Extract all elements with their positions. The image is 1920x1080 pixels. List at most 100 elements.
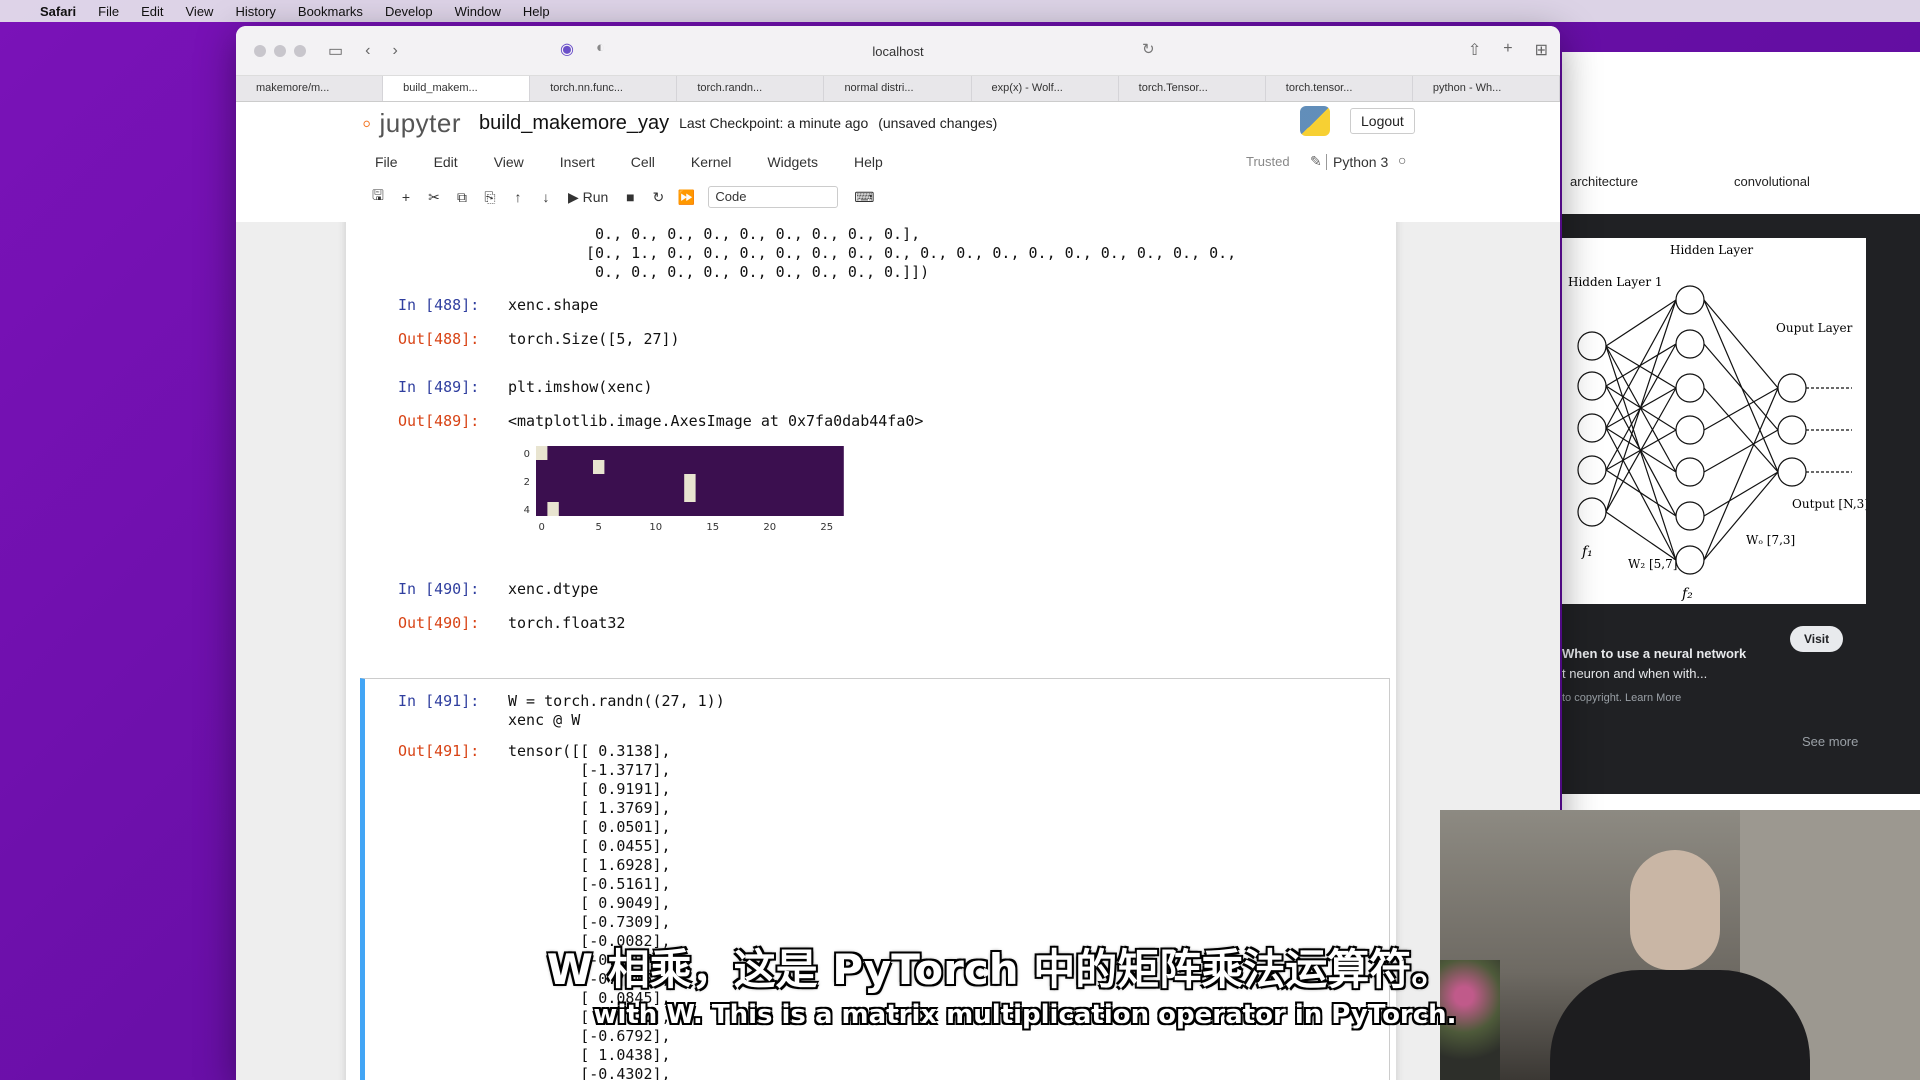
reload-icon[interactable]: ↻ [1142, 40, 1155, 58]
share-icon[interactable]: ⇧ [1468, 40, 1481, 60]
close-window-button[interactable] [254, 44, 266, 57]
image-caption-line1[interactable]: When to use a neural network [1562, 646, 1746, 661]
paste-icon[interactable]: ⎘ [476, 189, 504, 206]
jmenu-insert[interactable]: Insert [560, 154, 595, 170]
label-output: Output [N,3] [1792, 497, 1866, 511]
label-f1: f₁ [1581, 544, 1593, 560]
move-up-icon[interactable]: ↑ [504, 189, 532, 205]
sidebar-toggle-icon[interactable]: ▭ [328, 41, 343, 61]
minimize-window-button[interactable] [274, 44, 286, 57]
cell-type-select[interactable]: Code [708, 186, 839, 208]
tensor-output-top: [0., 0., 0., 0., 0., 0., 0., 0., 0., 0.,… [586, 222, 1237, 281]
neural-network-diagram-image[interactable]: Hidden Layer 1 Hidden Layer Ouput Layer … [1562, 238, 1869, 604]
cell-489-in-prompt: In [489]: [398, 378, 480, 396]
heatmap-one-cell [684, 474, 696, 488]
menubar-item-view[interactable]: View [186, 4, 214, 19]
neural-network-diagram: Hidden Layer 1 Hidden Layer Ouput Layer … [1568, 243, 1869, 602]
trusted-indicator[interactable]: Trusted [1246, 154, 1290, 169]
run-button[interactable]: ▶ Run [568, 189, 608, 206]
logout-button[interactable]: Logout [1350, 108, 1415, 134]
x-tick-label: 20 [763, 522, 776, 533]
copy-icon[interactable]: ⧉ [448, 189, 476, 206]
save-icon[interactable]: 🖫 [364, 185, 392, 209]
jmenu-file[interactable]: File [375, 154, 398, 170]
address-bar[interactable]: localhost [236, 44, 1560, 59]
jmenu-view[interactable]: View [494, 154, 524, 170]
unsaved-status: (unsaved changes) [878, 115, 998, 131]
cell-490-code[interactable]: xenc.dtype [508, 580, 598, 599]
restart-icon[interactable]: ↻ [644, 189, 672, 206]
menubar-item-help[interactable]: Help [523, 4, 550, 19]
tab-torch-nn-func[interactable]: torch.nn.func... [530, 76, 678, 101]
cell-491-code[interactable]: W = torch.randn((27, 1)) xenc @ W [508, 692, 725, 730]
safari-titlebar: ▭ ‹ › ◉ ◐ localhost ↻ ⇧ + ⊞ [236, 26, 1560, 76]
tab-torch-randn[interactable]: torch.randn... [677, 76, 825, 101]
menubar-item-window[interactable]: Window [455, 4, 501, 19]
tab-makemore[interactable]: makemore/m... [236, 76, 384, 101]
kernel-status-icon: ○ [1398, 152, 1407, 168]
keyboard-icon[interactable]: ⌨ [850, 189, 878, 206]
forward-icon[interactable]: › [392, 42, 397, 60]
jmenu-widgets[interactable]: Widgets [767, 154, 818, 170]
kernel-name[interactable]: Python 3 [1326, 154, 1388, 170]
tab-exp-wolfram[interactable]: exp(x) - Wolf... [972, 76, 1119, 101]
visit-button[interactable]: Visit [1790, 626, 1844, 652]
notebook-name[interactable]: build_makemore_yay [479, 112, 669, 135]
cell-491-in-prompt: In [491]: [398, 692, 480, 710]
back-icon[interactable]: ‹ [365, 42, 370, 60]
tab-torch-tensor[interactable]: torch.Tensor... [1119, 76, 1266, 101]
see-more-link[interactable]: See more [1802, 734, 1858, 749]
cut-icon[interactable]: ✂ [420, 189, 448, 206]
x-tick-label: 0 [539, 522, 545, 533]
checkpoint-status: Last Checkpoint: a minute ago [679, 115, 869, 131]
tab-python-wh[interactable]: python - Wh... [1413, 76, 1560, 101]
jmenu-kernel[interactable]: Kernel [691, 154, 731, 170]
menubar-item-history[interactable]: History [235, 4, 275, 19]
x-tick-label: 5 [596, 522, 602, 533]
jupyter-logo[interactable]: ◦ jupyter [362, 108, 461, 139]
menubar-item-edit[interactable]: Edit [141, 4, 163, 19]
privacy-shield-icon[interactable]: ◐ [596, 39, 605, 56]
x-tick-label: 25 [820, 522, 833, 533]
cell-488-in-prompt: In [488]: [398, 296, 480, 314]
tab-torch-tensor-2[interactable]: torch.tensor... [1266, 76, 1413, 101]
tab-bar: makemore/m... build_makem... torch.nn.fu… [236, 76, 1560, 102]
titlebar-right-controls: ⇧ + ⊞ [1468, 40, 1548, 60]
stop-icon[interactable]: ■ [616, 189, 644, 205]
menubar-item-file[interactable]: File [98, 4, 119, 19]
cell-488-output: torch.Size([5, 27]) [508, 330, 680, 348]
menubar-app-name[interactable]: Safari [40, 4, 76, 19]
tab-build-makemore[interactable]: build_makem... [383, 76, 531, 101]
tab-normal-distri[interactable]: normal distri... [824, 76, 972, 101]
label-w2: W₂ [5,7] [1628, 557, 1677, 571]
chip-convolutional[interactable]: convolutional [1734, 174, 1810, 189]
menubar-item-bookmarks[interactable]: Bookmarks [298, 4, 363, 19]
tab-overview-icon[interactable]: ⊞ [1535, 40, 1548, 60]
jmenu-help[interactable]: Help [854, 154, 883, 170]
heatmap-one-cell [593, 460, 605, 474]
jmenu-edit[interactable]: Edit [434, 154, 458, 170]
zoom-window-button[interactable] [294, 44, 306, 57]
xenc-heatmap-plot: 0 5 10 15 20 25 0 2 4 [524, 446, 844, 533]
new-tab-icon[interactable]: + [1503, 40, 1512, 60]
x-tick-label: 15 [706, 522, 719, 533]
jmenu-cell[interactable]: Cell [631, 154, 655, 170]
menubar-item-develop[interactable]: Develop [385, 4, 433, 19]
extension-icon[interactable]: ◉ [560, 39, 574, 59]
image-caption-line2: t neuron and when with... [1562, 666, 1708, 681]
cell-489-out-prompt: Out[489]: [398, 412, 480, 430]
subtitle-english: with W. This is a matrix multiplication … [593, 1000, 1457, 1030]
cell-488-code[interactable]: xenc.shape [508, 296, 598, 315]
copyright-note[interactable]: to copyright. Learn More [1562, 692, 1681, 704]
move-down-icon[interactable]: ↓ [532, 189, 560, 205]
y-tick-label: 4 [524, 505, 530, 516]
chip-architecture[interactable]: architecture [1570, 174, 1638, 189]
subtitle-chinese: W 相乘，这是 PyTorch 中的矩阵乘法运算符。 [546, 945, 1454, 994]
restart-run-all-icon[interactable]: ⏩ [672, 189, 700, 206]
cell-489-code[interactable]: plt.imshow(xenc) [508, 378, 653, 397]
edit-pencil-icon[interactable]: ✎ [1310, 153, 1322, 170]
python-logo-icon [1300, 106, 1330, 136]
add-cell-icon[interactable]: + [392, 189, 420, 205]
label-output-layer: Ouput Layer [1776, 321, 1853, 335]
y-tick-label: 0 [524, 449, 530, 460]
